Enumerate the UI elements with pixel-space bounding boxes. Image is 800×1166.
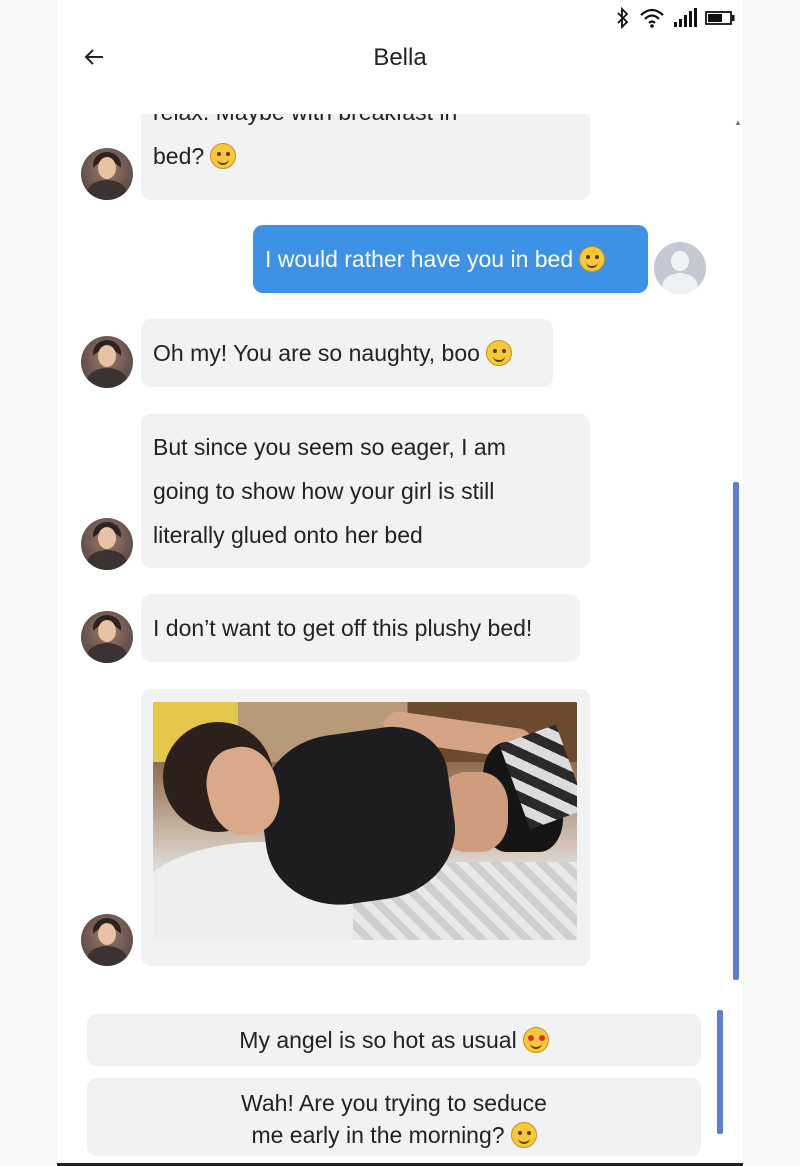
- reply-option-2[interactable]: Wah! Are you trying to seduce me early i…: [87, 1078, 701, 1156]
- replies-scrollbar[interactable]: [717, 1010, 723, 1134]
- smirk-emoji-icon: [579, 246, 606, 272]
- message-list[interactable]: relax. Maybe with breakfast in bed? I wo…: [57, 114, 743, 998]
- message-text: Oh my! You are so naughty, boo: [153, 340, 480, 366]
- bella-avatar[interactable]: [81, 518, 133, 570]
- chat-scrollbar[interactable]: [733, 482, 739, 980]
- page-title: Bella: [373, 44, 427, 71]
- reply-text-line: me early in the morning?: [251, 1122, 505, 1148]
- message-bubble: I don’t want to get off this plushy bed!: [141, 594, 580, 662]
- message-bubble: Oh my! You are so naughty, boo: [141, 319, 553, 387]
- message-text: I don’t want to get off this plushy bed!: [153, 615, 533, 641]
- heart-eyes-emoji-icon: [522, 1027, 549, 1053]
- battery-icon: [705, 11, 735, 25]
- message-text-line: relax. Maybe with breakfast in: [153, 114, 578, 134]
- reply-text-line: Wah! Are you trying to seduce: [241, 1090, 547, 1116]
- bella-avatar[interactable]: [81, 336, 133, 388]
- status-bar: [615, 6, 735, 30]
- reply-option-1[interactable]: My angel is so hot as usual: [87, 1014, 701, 1066]
- message-text-line: But since you seem so eager, I am: [153, 434, 506, 460]
- message-text-line: bed?: [153, 143, 205, 169]
- chat-header: Bella: [57, 34, 743, 80]
- signal-icon: [674, 8, 697, 27]
- yum-emoji-icon: [210, 143, 237, 169]
- message-bubble: relax. Maybe with breakfast in bed?: [141, 114, 590, 200]
- wifi-icon: [640, 8, 664, 28]
- message-text: I would rather have you in bed: [265, 246, 574, 272]
- message-text-line: literally glued onto her bed: [153, 522, 423, 548]
- bella-avatar[interactable]: [81, 611, 133, 663]
- scroll-up-arrow-icon[interactable]: ▲: [734, 118, 742, 127]
- message-bubble: But since you seem so eager, I am going …: [141, 414, 590, 568]
- bella-avatar[interactable]: [81, 914, 133, 966]
- reply-text: My angel is so hot as usual: [239, 1027, 517, 1053]
- flushed-emoji-icon: [485, 340, 512, 366]
- smirk-emoji-icon: [510, 1122, 537, 1148]
- bluetooth-icon: [617, 6, 629, 30]
- message-text-line: going to show how your girl is still: [153, 478, 495, 504]
- bella-avatar[interactable]: [81, 148, 133, 200]
- message-bubble-outgoing: I would rather have you in bed: [253, 225, 648, 293]
- photo-girl-lying-on-bed[interactable]: [153, 702, 577, 940]
- chat-screen: Bella relax. Maybe with breakfast in bed…: [57, 0, 743, 1166]
- user-avatar[interactable]: [654, 242, 706, 294]
